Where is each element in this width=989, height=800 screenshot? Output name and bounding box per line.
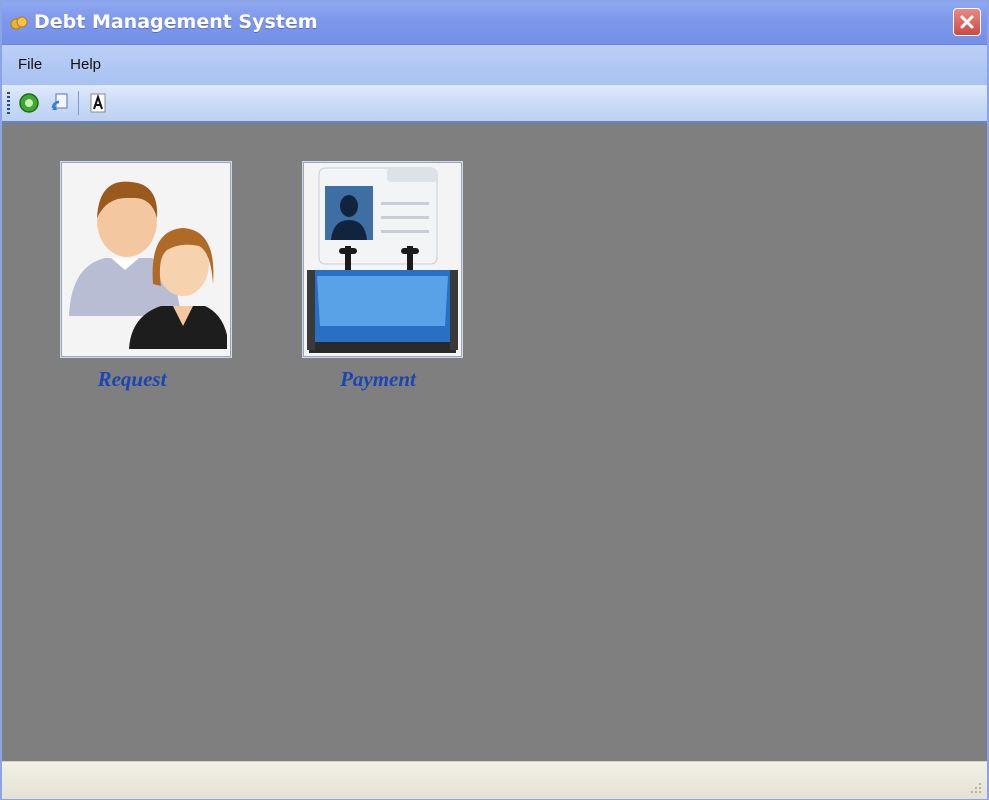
- toolbar-button-start[interactable]: [17, 91, 41, 115]
- menu-bar: File Help: [2, 45, 987, 85]
- workspace: Request Payment: [2, 123, 987, 761]
- toolbar-button-font[interactable]: [86, 91, 110, 115]
- window-title: Debt Management System: [34, 11, 318, 33]
- rolodex-card-icon: [307, 167, 458, 353]
- payment-label[interactable]: Payment: [298, 367, 458, 392]
- toolbar-separator: [78, 91, 79, 115]
- menu-help[interactable]: Help: [60, 45, 111, 85]
- request-label[interactable]: Request: [52, 367, 212, 392]
- main-window: Debt Management System File Help Request…: [0, 0, 989, 800]
- resize-grip-icon[interactable]: [967, 779, 983, 795]
- users-people-icon: [69, 181, 227, 349]
- request-tile[interactable]: [60, 161, 232, 358]
- status-bar: [2, 761, 987, 799]
- toolbar-button-refresh[interactable]: [48, 91, 72, 115]
- close-icon: [960, 15, 974, 29]
- coins-icon: [10, 16, 28, 30]
- green-circle-icon: [19, 93, 39, 113]
- refresh-document-icon: [51, 93, 68, 110]
- title-bar[interactable]: Debt Management System: [2, 2, 987, 45]
- payment-tile[interactable]: [302, 161, 463, 358]
- close-button[interactable]: [953, 8, 981, 36]
- font-a-icon: [90, 93, 106, 113]
- toolbar: [2, 85, 987, 123]
- menu-file[interactable]: File: [8, 45, 52, 85]
- toolbar-grip[interactable]: [7, 92, 10, 114]
